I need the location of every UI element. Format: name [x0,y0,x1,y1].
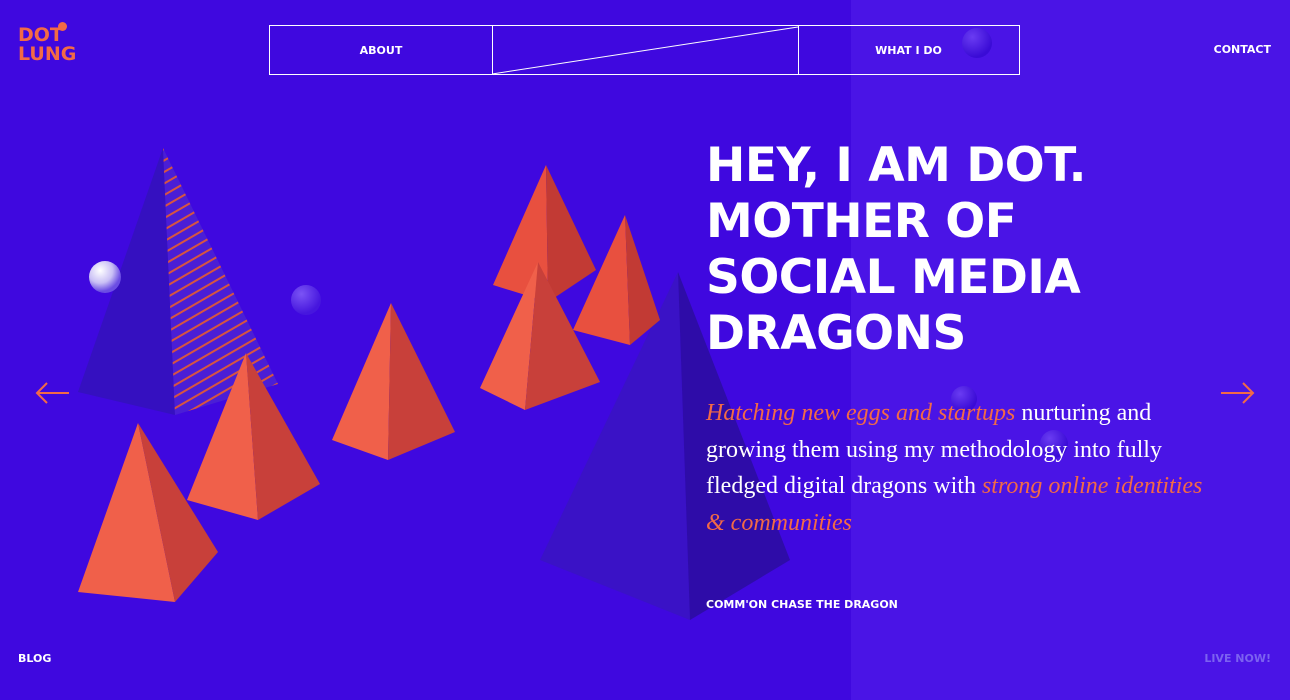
red-pyramid-front [78,423,218,602]
nav-diagonal-line [492,26,798,75]
hero-title-line: HEY, I AM DOT. [706,138,1087,193]
white-sphere [89,261,121,293]
hero-title: HEY, I AM DOT. MOTHER OF SOCIAL MEDIA DR… [706,138,1246,362]
nav-blog[interactable]: BLOG [18,652,51,665]
live-now-link[interactable]: LIVE NOW! [1204,652,1271,665]
logo-line-2: LUNG [18,43,77,65]
hero-desc-highlight: Hatching new eggs and startups [706,400,1016,426]
hero-title-line: DRAGONS [706,306,966,361]
hero-description: Hatching new eggs and startups nurturing… [706,395,1206,541]
cta-chase-dragon[interactable]: COMM'ON CHASE THE DRAGON [706,598,898,611]
nav-contact[interactable]: CONTACT [1214,43,1271,56]
red-pyramid-back-2 [573,215,660,345]
red-pyramid-center [332,303,455,460]
hero-title-line: SOCIAL MEDIA [706,250,1081,305]
purple-sphere [291,285,321,315]
logo[interactable]: DOT LUNG [18,22,88,65]
arrow-left-icon[interactable] [35,380,71,406]
hero-title-line: MOTHER OF [706,194,1017,249]
logo-dot [58,22,67,31]
nav-about[interactable]: ABOUT [270,26,492,74]
nav-what-i-do[interactable]: WHAT I DO [798,26,1019,74]
main-nav: ABOUT WHAT I DO [269,25,1020,75]
arrow-right-icon[interactable] [1219,380,1255,406]
